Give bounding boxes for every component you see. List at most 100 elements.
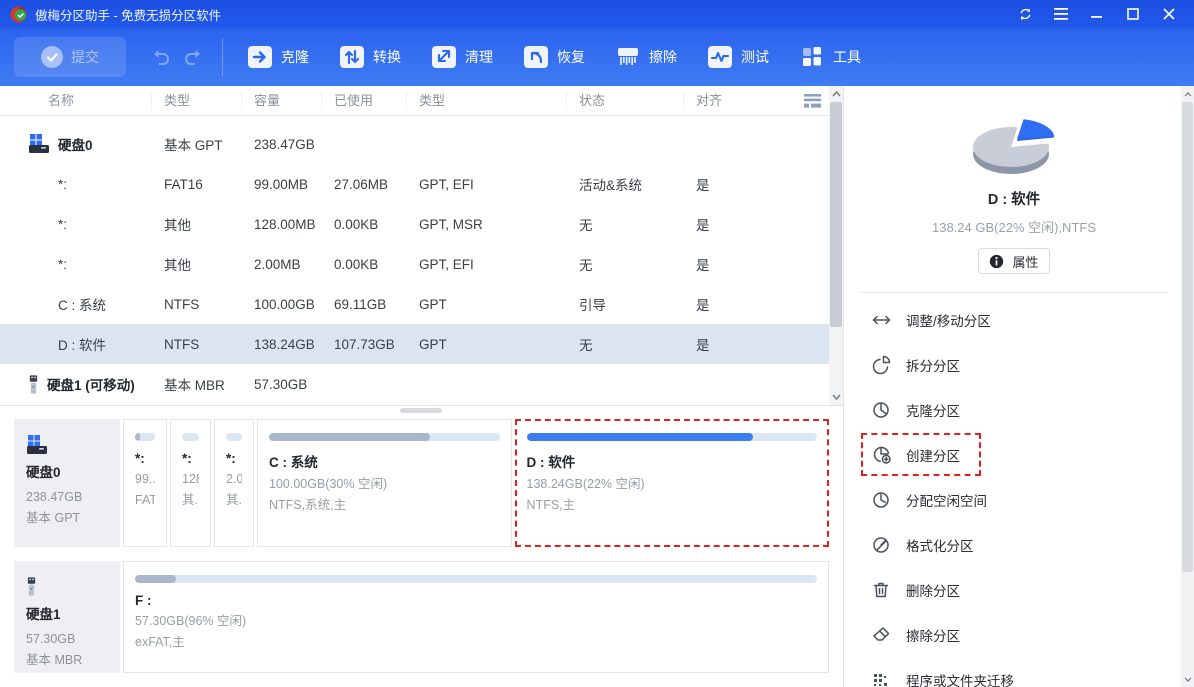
sidebar-menu-item[interactable]: 分配空闲空间 bbox=[860, 477, 1168, 522]
table-row[interactable]: D : 软件 NTFS 138.24GB 107.73GB GPT 无 是 bbox=[0, 324, 843, 364]
partition-block[interactable]: *: 2.0... 其... bbox=[214, 419, 254, 547]
usage-bar bbox=[527, 433, 817, 441]
disk-info-block[interactable]: 硬盘0 238.47GB 基本 GPT bbox=[14, 419, 120, 547]
usage-bar bbox=[226, 433, 242, 441]
undo-icon[interactable] bbox=[150, 48, 170, 66]
migrate-icon bbox=[870, 670, 892, 687]
sidebar-menu-item[interactable]: 删除分区 bbox=[860, 567, 1168, 612]
disk-map-row: 硬盘0 238.47GB 基本 GPT *: 99.... FAT... *: … bbox=[14, 419, 829, 547]
title-bar: 傲梅分区助手 - 免费无损分区软件 bbox=[0, 0, 1194, 28]
scrollbar-thumb[interactable] bbox=[830, 102, 842, 327]
properties-button[interactable]: 属性 bbox=[978, 248, 1050, 274]
scroll-down-icon[interactable] bbox=[1181, 672, 1194, 686]
table-row[interactable]: *: 其他 2.00MB 0.00KB GPT, EFI 无 是 bbox=[0, 244, 843, 284]
partition-block[interactable]: F : 57.30GB(96% 空闲) exFAT,主 bbox=[123, 561, 829, 673]
sidebar-divider bbox=[860, 292, 1168, 293]
disk-map-row: 硬盘1 57.30GB 基本 MBR F : 57.30GB(96% 空闲) e… bbox=[14, 561, 829, 673]
partition-block[interactable]: D : 软件 138.24GB(22% 空闲) NTFS,主 bbox=[515, 419, 829, 547]
toolbar-button[interactable]: 测试 bbox=[697, 37, 779, 77]
scroll-down-icon[interactable] bbox=[829, 390, 843, 404]
table-row[interactable]: 硬盘1 (可移动) 基本 MBR 57.30GB bbox=[0, 364, 843, 404]
scroll-up-icon[interactable] bbox=[1181, 87, 1194, 101]
col-header-fs[interactable]: 类型 bbox=[152, 92, 242, 110]
app-window: 傲梅分区助手 - 免费无损分区软件 提交 bbox=[0, 0, 1194, 687]
sidebar-menu-item[interactable]: 拆分分区 bbox=[860, 342, 1168, 387]
delete-partition-icon bbox=[870, 580, 892, 600]
selected-partition-name: D : 软件 bbox=[860, 188, 1168, 209]
table-row[interactable]: C : 系统 NTFS 100.00GB 69.11GB GPT 引导 是 bbox=[0, 284, 843, 324]
sidebar-menu-item[interactable]: 创建分区 bbox=[860, 432, 982, 477]
check-circle-icon bbox=[41, 46, 63, 68]
toolbar-button[interactable]: 转换 bbox=[329, 37, 411, 77]
sidebar-menu-item[interactable]: 擦除分区 bbox=[860, 612, 1168, 657]
table-row[interactable]: *: FAT16 99.00MB 27.06MB GPT, EFI 活动&系统 … bbox=[0, 164, 843, 204]
toolbar-button[interactable]: 恢复 bbox=[513, 37, 595, 77]
disk-table: 名称 类型 容量 已使用 类型 状态 对齐 硬盘0 基本 GPT 238.47G… bbox=[0, 86, 843, 406]
col-header-aligned[interactable]: 对齐 bbox=[684, 92, 760, 110]
table-scrollbar bbox=[829, 86, 843, 405]
toolbar-divider bbox=[222, 38, 223, 76]
list-view-icon[interactable] bbox=[804, 94, 821, 113]
disk-icon bbox=[26, 429, 108, 455]
sidebar-menu-item[interactable]: 格式化分区 bbox=[860, 522, 1168, 567]
disk-icon bbox=[28, 134, 50, 154]
usage-bar bbox=[182, 433, 199, 441]
resize-move-icon bbox=[870, 310, 892, 330]
app-logo-icon bbox=[10, 6, 27, 23]
allocate-space-icon bbox=[870, 490, 892, 510]
pie-chart-3d-icon bbox=[860, 108, 1168, 184]
partition-block[interactable]: *: 99.... FAT... bbox=[123, 419, 167, 547]
partition-block[interactable]: C : 系统 100.00GB(30% 空闲) NTFS,系统,主 bbox=[257, 419, 512, 547]
scrollbar-thumb[interactable] bbox=[1182, 102, 1193, 572]
test-pulse-icon bbox=[707, 45, 733, 69]
refresh-icon[interactable] bbox=[1010, 3, 1040, 25]
minimize-icon[interactable] bbox=[1082, 3, 1112, 25]
sidebar-menu-item[interactable]: 调整/移动分区 bbox=[860, 297, 1168, 342]
toolbar-button[interactable]: 擦除 bbox=[605, 37, 687, 77]
table-row[interactable]: *: 其他 128.00MB 0.00KB GPT, MSR 无 是 bbox=[0, 204, 843, 244]
splitter-handle[interactable] bbox=[400, 408, 442, 413]
usage-bar bbox=[269, 433, 500, 441]
submit-button[interactable]: 提交 bbox=[14, 37, 126, 77]
clone-partition-icon bbox=[870, 400, 892, 420]
col-header-name[interactable]: 名称 bbox=[0, 92, 152, 110]
toolbar: 提交 克隆 转换 清理 恢复 擦除 测试 工具 bbox=[0, 28, 1194, 86]
shredder-icon bbox=[615, 45, 641, 69]
toolbar-button[interactable]: 工具 bbox=[789, 37, 871, 77]
scroll-up-icon[interactable] bbox=[829, 87, 843, 101]
tools-grid-icon bbox=[799, 45, 825, 69]
redo-icon[interactable] bbox=[184, 48, 204, 66]
disk-map: 硬盘0 238.47GB 基本 GPT *: 99.... FAT... *: … bbox=[0, 415, 843, 687]
sidebar: D : 软件 138.24 GB(22% 空闲),NTFS 属性 调整/移动分区… bbox=[843, 86, 1194, 687]
main-pane: 名称 类型 容量 已使用 类型 状态 对齐 硬盘0 基本 GPT 238.47G… bbox=[0, 86, 843, 687]
toolbar-button[interactable]: 清理 bbox=[421, 37, 503, 77]
col-header-status[interactable]: 状态 bbox=[567, 92, 684, 110]
recover-icon bbox=[523, 45, 549, 69]
app-title: 傲梅分区助手 - 免费无损分区软件 bbox=[35, 5, 221, 24]
split-partition-icon bbox=[870, 355, 892, 375]
table-row[interactable]: 硬盘0 基本 GPT 238.47GB bbox=[0, 124, 843, 164]
col-header-scheme[interactable]: 类型 bbox=[407, 92, 567, 110]
table-header: 名称 类型 容量 已使用 类型 状态 对齐 bbox=[0, 86, 843, 116]
clean-icon bbox=[431, 45, 457, 69]
toolbar-button[interactable]: 克隆 bbox=[237, 37, 319, 77]
usb-icon bbox=[28, 374, 39, 395]
usage-bar bbox=[135, 575, 817, 583]
disk-info-block[interactable]: 硬盘1 57.30GB 基本 MBR bbox=[14, 561, 120, 673]
disk-table-body: 硬盘0 基本 GPT 238.47GB *: FAT16 99.00MB 27.… bbox=[0, 116, 843, 404]
sidebar-menu: 调整/移动分区 拆分分区 克隆分区 创建分区 分配空闲空间 格式化分区 删除分区… bbox=[860, 297, 1168, 687]
menu-icon[interactable] bbox=[1046, 3, 1076, 25]
usage-bar bbox=[135, 433, 155, 441]
col-header-capacity[interactable]: 容量 bbox=[242, 92, 322, 110]
format-partition-icon bbox=[870, 535, 892, 555]
toolbar-buttons: 克隆 转换 清理 恢复 擦除 测试 工具 bbox=[237, 37, 871, 77]
sidebar-menu-item[interactable]: 克隆分区 bbox=[860, 387, 1168, 432]
maximize-icon[interactable] bbox=[1118, 3, 1148, 25]
col-header-used[interactable]: 已使用 bbox=[322, 92, 407, 110]
convert-icon bbox=[339, 45, 365, 69]
usb-icon bbox=[26, 571, 108, 597]
sidebar-menu-item[interactable]: 程序或文件夹迁移 bbox=[860, 657, 1168, 687]
partition-block[interactable]: *: 128... 其... bbox=[170, 419, 211, 547]
close-icon[interactable] bbox=[1154, 3, 1184, 25]
sidebar-scrollbar bbox=[1181, 86, 1194, 687]
